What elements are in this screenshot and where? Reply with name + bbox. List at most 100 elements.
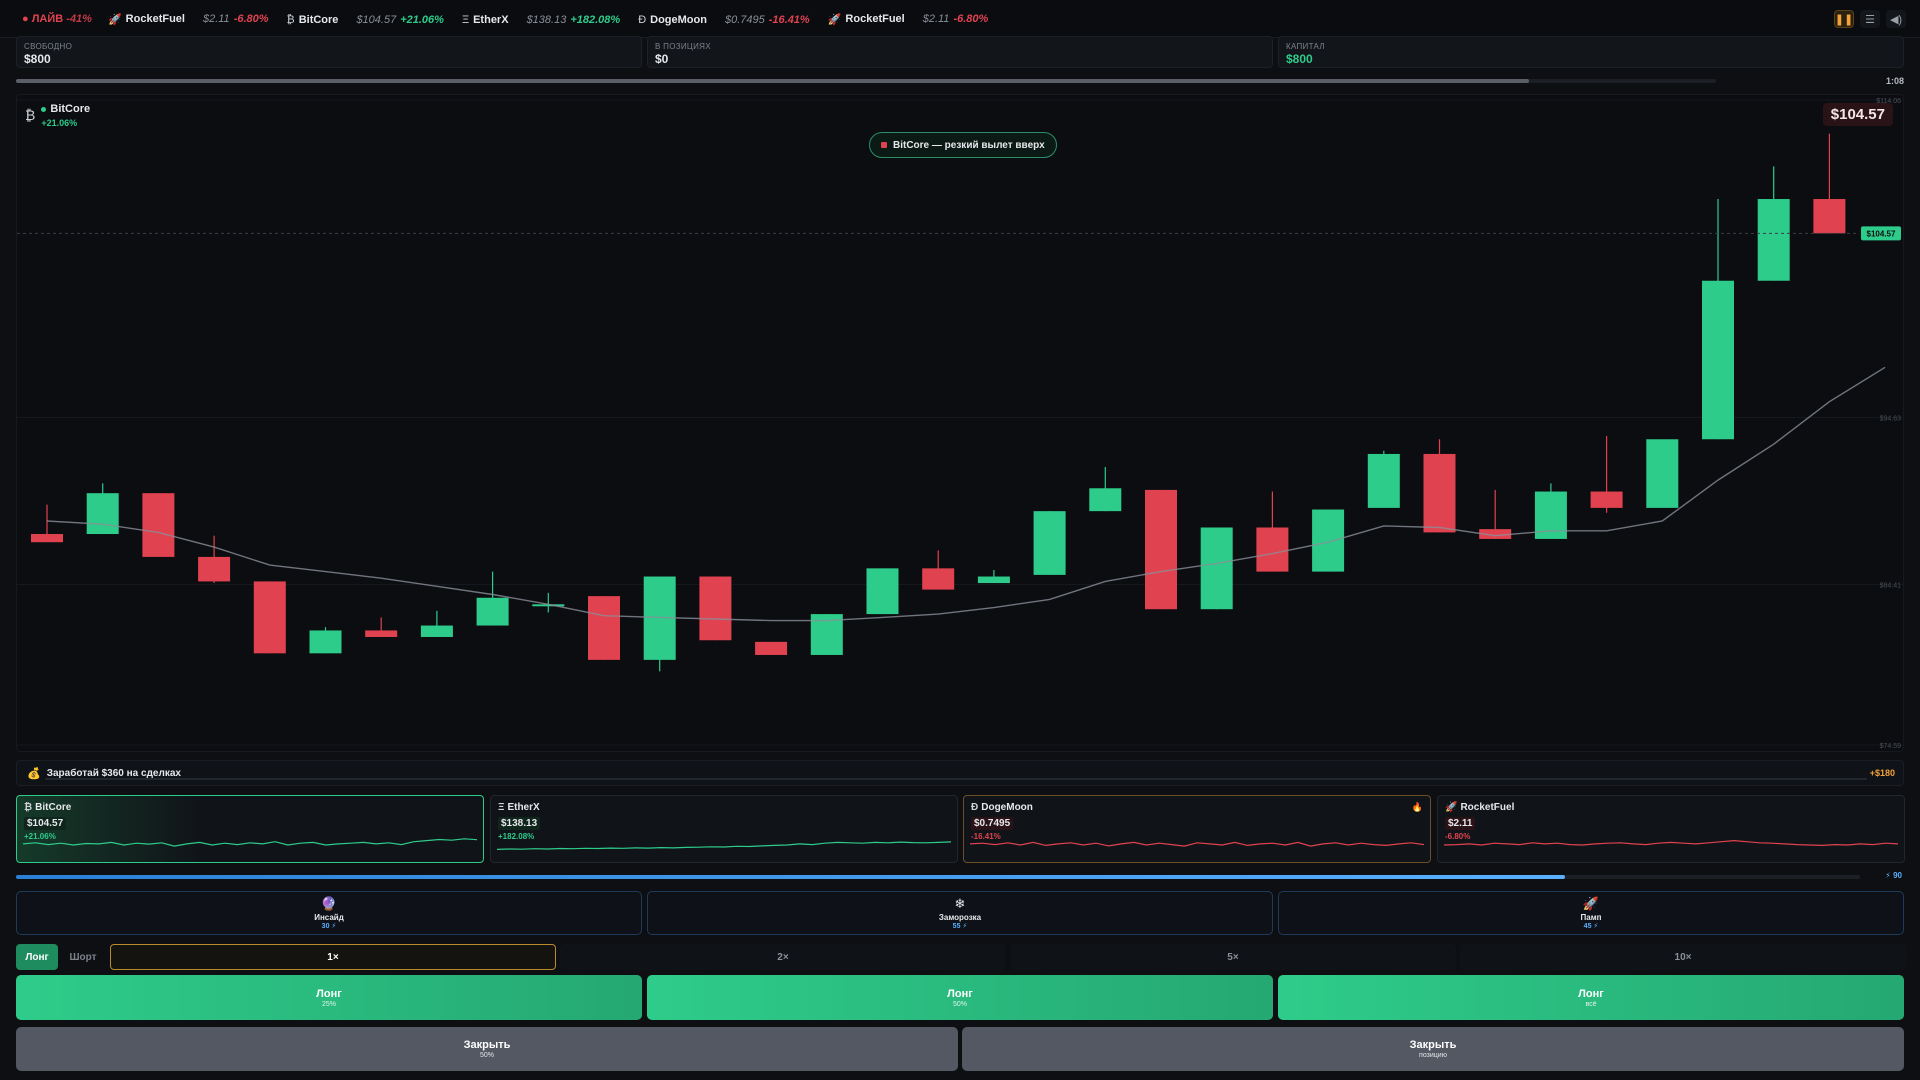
action-sub: 50% [952,1000,967,1008]
energy-fill [16,875,1565,879]
close-button-1[interactable]: Закрыть позицию [962,1027,1904,1071]
candle-body [1256,527,1289,572]
chart-asset-name: BitCore [50,103,91,115]
candle-body [1646,439,1679,508]
powerup-0[interactable]: 🔮 Инсайд 30 ⚡ [16,891,642,935]
asset-name: EtherX [507,802,540,813]
asset-name: BitCore [35,802,72,813]
bitcore-icon: ₿ [25,107,36,123]
candle-body [588,596,620,660]
powerup-cost: 45 ⚡ [1583,923,1599,930]
long-toggle[interactable]: Лонг [16,944,58,970]
close-sub: позицию [1419,1052,1447,1059]
candle-body [1200,527,1233,610]
ticker-name: BitCore [298,13,339,26]
powerup-1[interactable]: ❄ Заморозка 55 ⚡ [647,891,1273,935]
stat-free: СВОБОДНО $800 [16,36,642,68]
leverage-2x[interactable]: 2× [560,944,1006,970]
candle-body [1757,199,1790,281]
asset-price: $2.11 [1445,817,1476,830]
candle-body [1702,280,1734,440]
candle-body [1423,453,1456,533]
ticker-name: EtherX [473,13,509,26]
sparkline [970,841,1424,847]
candle-body [977,576,1010,584]
ticker-item[interactable]: Ξ EtherX $138.13 +182.08% [462,14,620,26]
ticker-item[interactable]: ₿ BitCore $104.57 +21.06% [287,14,444,26]
powerup-cost: 55 ⚡ [952,923,968,930]
live-indicator: ● ЛАЙВ -41% [22,12,92,25]
rocket-icon: 🚀 [827,13,842,26]
ticker-item[interactable]: Ð DogeMoon $0.7495 -16.41% [638,14,810,26]
ticker-item[interactable]: 🚀 RocketFuel $2.11 -6.80% [828,13,989,26]
y-tick-label: $84.41 [1880,583,1902,590]
powerup-name: Памп [1580,913,1602,922]
ticker-price: $104.57 [356,13,397,26]
action-label: Лонг [947,987,973,1000]
pause-icon[interactable]: ❚❚ [1834,10,1854,28]
candle-body [86,493,119,535]
leverage-10x[interactable]: 10× [1460,944,1906,970]
powerup-2[interactable]: 🚀 Памп 45 ⚡ [1278,891,1904,935]
ticker-item[interactable]: 🚀 RocketFuel $2.11 -6.80% [108,13,269,26]
y-tick-label: $74.59 [1880,743,1902,750]
candle-body [476,597,509,626]
leverage-5x[interactable]: 5× [1010,944,1456,970]
price-chart[interactable]: $114.06 $94.63 $84.41 $74.59 $104.57 ₿ BitCo… [16,94,1905,752]
powerup-name: Заморозка [938,913,982,922]
candle-body [1367,453,1400,508]
alert-icon [881,142,887,148]
ticker-change: -6.80% [953,13,989,25]
crystal-ball-icon: 🔮 [320,896,338,911]
long-button-1[interactable]: Лонг 50% [647,975,1273,1020]
asset-card-bitcore[interactable]: ₿ BitCore $104.57 +21.06% [16,795,484,863]
chart-asset-change: +21.06% [41,118,78,128]
asset-card-rocketfuel[interactable]: 🚀 RocketFuel $2.11 -6.80% [1437,795,1905,863]
close-button-0[interactable]: Закрыть 50% [16,1027,958,1071]
sparkline-line [497,841,951,850]
y-tick-label: $94.63 [1880,416,1902,423]
asset-name: DogeMoon [981,802,1033,813]
asset-price: $138.13 [498,817,541,830]
leverage-1x[interactable]: 1× [110,944,556,970]
quest-bar: 💰 Заработай $360 на сделках +$180 [16,760,1904,786]
news-banner: BitCore — резкий вылет вверх [869,132,1057,158]
candle-body [1089,488,1122,512]
asset-icon: ₿ [24,802,33,813]
action-sub: всё [1585,1000,1597,1008]
ticker-price: $138.13 [526,13,567,26]
snowflake-icon: ❄ [954,896,966,911]
sparkline-line [1444,839,1898,847]
candle-body [309,630,342,654]
candlestick-chart: $114.06$94.63$84.41$74.59$104.57 [17,98,1905,750]
sparkline [23,838,477,847]
powerup-name: Инсайд [314,913,344,922]
fire-icon: 🔥 [1411,802,1423,812]
long-button-2[interactable]: Лонг всё [1278,975,1904,1020]
stat-capital: КАПИТАЛ $800 [1278,36,1904,68]
ticker-bar: ● ЛАЙВ -41% 🚀 RocketFuel $2.11 -6.80% ₿ BitCo… [0,0,1920,38]
candle-body [866,568,899,615]
menu-icon[interactable]: ☰ [1860,10,1880,28]
ticker-change: -16.41% [768,13,810,26]
ticker-price: $2.11 [202,13,230,25]
sound-icon[interactable]: ◀) [1886,10,1906,28]
sparkline [497,841,951,850]
long-button-0[interactable]: Лонг 25% [16,975,642,1020]
candle-body [1590,491,1623,508]
ticker-change: +182.08% [570,13,621,26]
live-dot [41,106,47,112]
asset-price: $0.7495 [971,817,1014,830]
current-price-tag: $104.57 [1867,229,1896,238]
ticker-name: DogeMoon [650,13,707,26]
quest-text: Заработай $360 на сделках [46,767,181,779]
candle-body [755,641,788,655]
short-toggle[interactable]: Шорт [62,944,104,970]
asset-name: RocketFuel [1460,802,1515,813]
current-price: $104.57 [1822,103,1893,126]
toolbar: ❚❚ ☰ ◀) [1834,10,1906,28]
asset-card-dogemoon[interactable]: Ð DogeMoon $0.7495 -16.41% 🔥 [963,795,1431,863]
ticker-change: +21.06% [400,13,444,26]
candle-body [1312,509,1345,572]
asset-card-etherx[interactable]: Ξ EtherX $138.13 +182.08% [490,795,958,863]
